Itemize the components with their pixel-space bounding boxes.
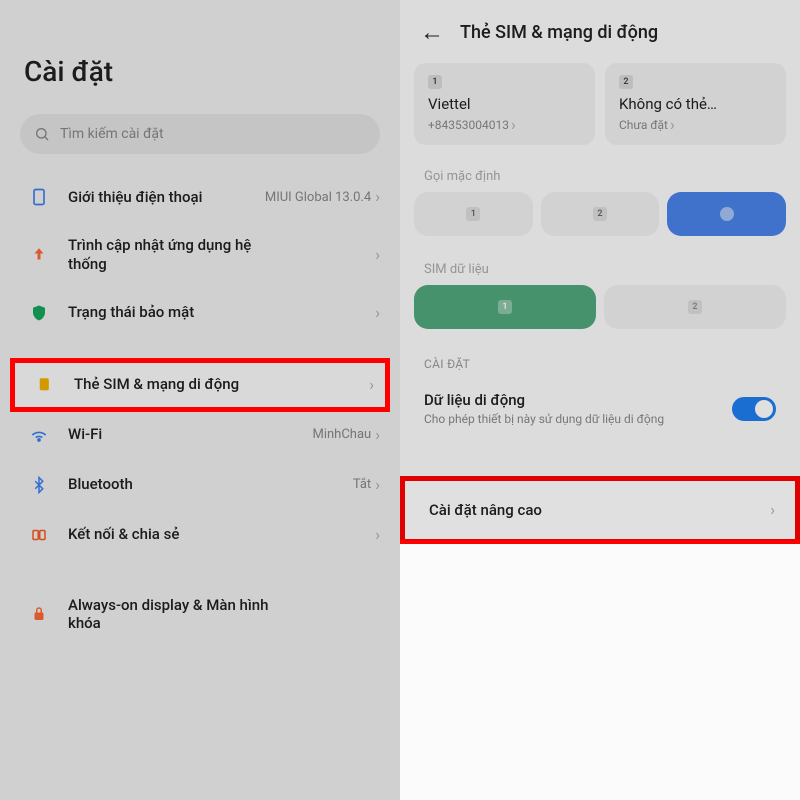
data-sim-2[interactable]: 2 [604,285,786,329]
chevron-right-icon: › [375,427,380,443]
row-label: Wi-Fi [68,425,288,444]
row-sim-networks[interactable]: Thẻ SIM & mạng di động › [10,360,390,410]
sim-settings-panel: ← Thẻ SIM & mạng di động 1 Viettel +8435… [400,0,800,800]
row-value: MIUI Global 13.0.4 [265,190,371,205]
row-label: Kết nối & chia sẻ [68,525,288,544]
chevron-right-icon: › [375,189,380,205]
row-bluetooth[interactable]: Bluetooth Tắt › [4,460,396,510]
row-security-status[interactable]: Trạng thái bảo mật › [4,288,396,338]
row-advanced-settings[interactable]: Cài đặt nâng cao › [405,481,795,539]
wifi-icon [28,424,50,446]
chevron-right-icon: › [670,117,675,133]
settings-list: Giới thiệu điện thoại MIUI Global 13.0.4… [0,172,400,647]
row-label: Always-on display & Màn hình khóa [68,596,288,634]
share-icon [28,524,50,546]
sim-icon [34,374,56,396]
row-value: MinhChau [312,427,371,442]
sim-badge: 1 [428,75,442,89]
search-input[interactable]: Tìm kiếm cài đặt [20,114,380,154]
row-about-phone[interactable]: Giới thiệu điện thoại MIUI Global 13.0.4… [4,172,396,222]
row-connection-share[interactable]: Kết nối & chia sẻ › [4,510,396,560]
row-label: Bluetooth [68,475,288,494]
chevron-right-icon: › [375,477,380,493]
row-value: Tắt [353,477,371,492]
chevron-right-icon: › [375,527,380,543]
row-aod-lockscreen[interactable]: Always-on display & Màn hình khóa [4,582,396,648]
chevron-right-icon: › [770,502,775,518]
sim-sub: Chưa đặt› [619,117,772,133]
back-icon[interactable]: ← [420,18,444,47]
call-sim-2[interactable]: 2 [541,192,660,236]
chevron-right-icon: › [375,305,380,321]
sim-card-1[interactable]: 1 Viettel +84353004013› [414,63,595,145]
row-mobile-data[interactable]: Dữ liệu di động Cho phép thiết bị này sử… [400,377,800,442]
row-label: Trạng thái bảo mật [68,303,288,322]
mobile-data-toggle[interactable] [732,397,776,421]
panel-header: ← Thẻ SIM & mạng di động [400,0,800,63]
chevron-right-icon: › [369,377,374,393]
setting-sub: Cho phép thiết bị này sử dụng dữ liệu di… [424,412,718,426]
sim-card-2[interactable]: 2 Không có thẻ… Chưa đặt› [605,63,786,145]
section-settings-header: CÀI ĐẶT [400,343,800,377]
section-default-call: Gọi mặc định [400,157,800,192]
panel-title: Thẻ SIM & mạng di động [460,22,658,43]
row-label: Trình cập nhật ứng dụng hệ thống [68,236,288,274]
setting-title: Dữ liệu di động [424,391,718,409]
data-sim-selector: 1 2 [400,285,800,343]
shield-icon [28,302,50,324]
sim-name: Không có thẻ… [619,95,772,113]
call-ask-always[interactable] [667,192,786,236]
sim-sub: +84353004013› [428,117,581,133]
ask-icon [720,207,734,221]
sim-name: Viettel [428,95,581,113]
default-call-selector: 1 2 [400,192,800,250]
sim-badge: 2 [619,75,633,89]
row-wifi[interactable]: Wi-Fi MinhChau › [4,410,396,460]
chevron-right-icon: › [375,247,380,263]
sim-cards-row: 1 Viettel +84353004013› 2 Không có thẻ… … [400,63,800,157]
row-label: Thẻ SIM & mạng di động [74,375,294,394]
settings-panel-left: Cài đặt Tìm kiếm cài đặt Giới thiệu điện… [0,0,400,800]
section-data-sim: SIM dữ liệu [400,250,800,285]
chevron-right-icon: › [511,117,516,133]
row-label: Giới thiệu điện thoại [68,188,247,207]
search-placeholder: Tìm kiếm cài đặt [60,126,164,142]
update-icon [28,244,50,266]
row-label: Cài đặt nâng cao [429,501,770,519]
call-sim-1[interactable]: 1 [414,192,533,236]
data-sim-1[interactable]: 1 [414,285,596,329]
search-icon [34,126,50,142]
phone-icon [28,186,50,208]
row-system-updater[interactable]: Trình cập nhật ứng dụng hệ thống › [4,222,396,288]
page-title: Cài đặt [0,0,400,114]
lock-icon [28,603,50,625]
highlight-advanced: Cài đặt nâng cao › [400,476,800,544]
bluetooth-icon [28,474,50,496]
